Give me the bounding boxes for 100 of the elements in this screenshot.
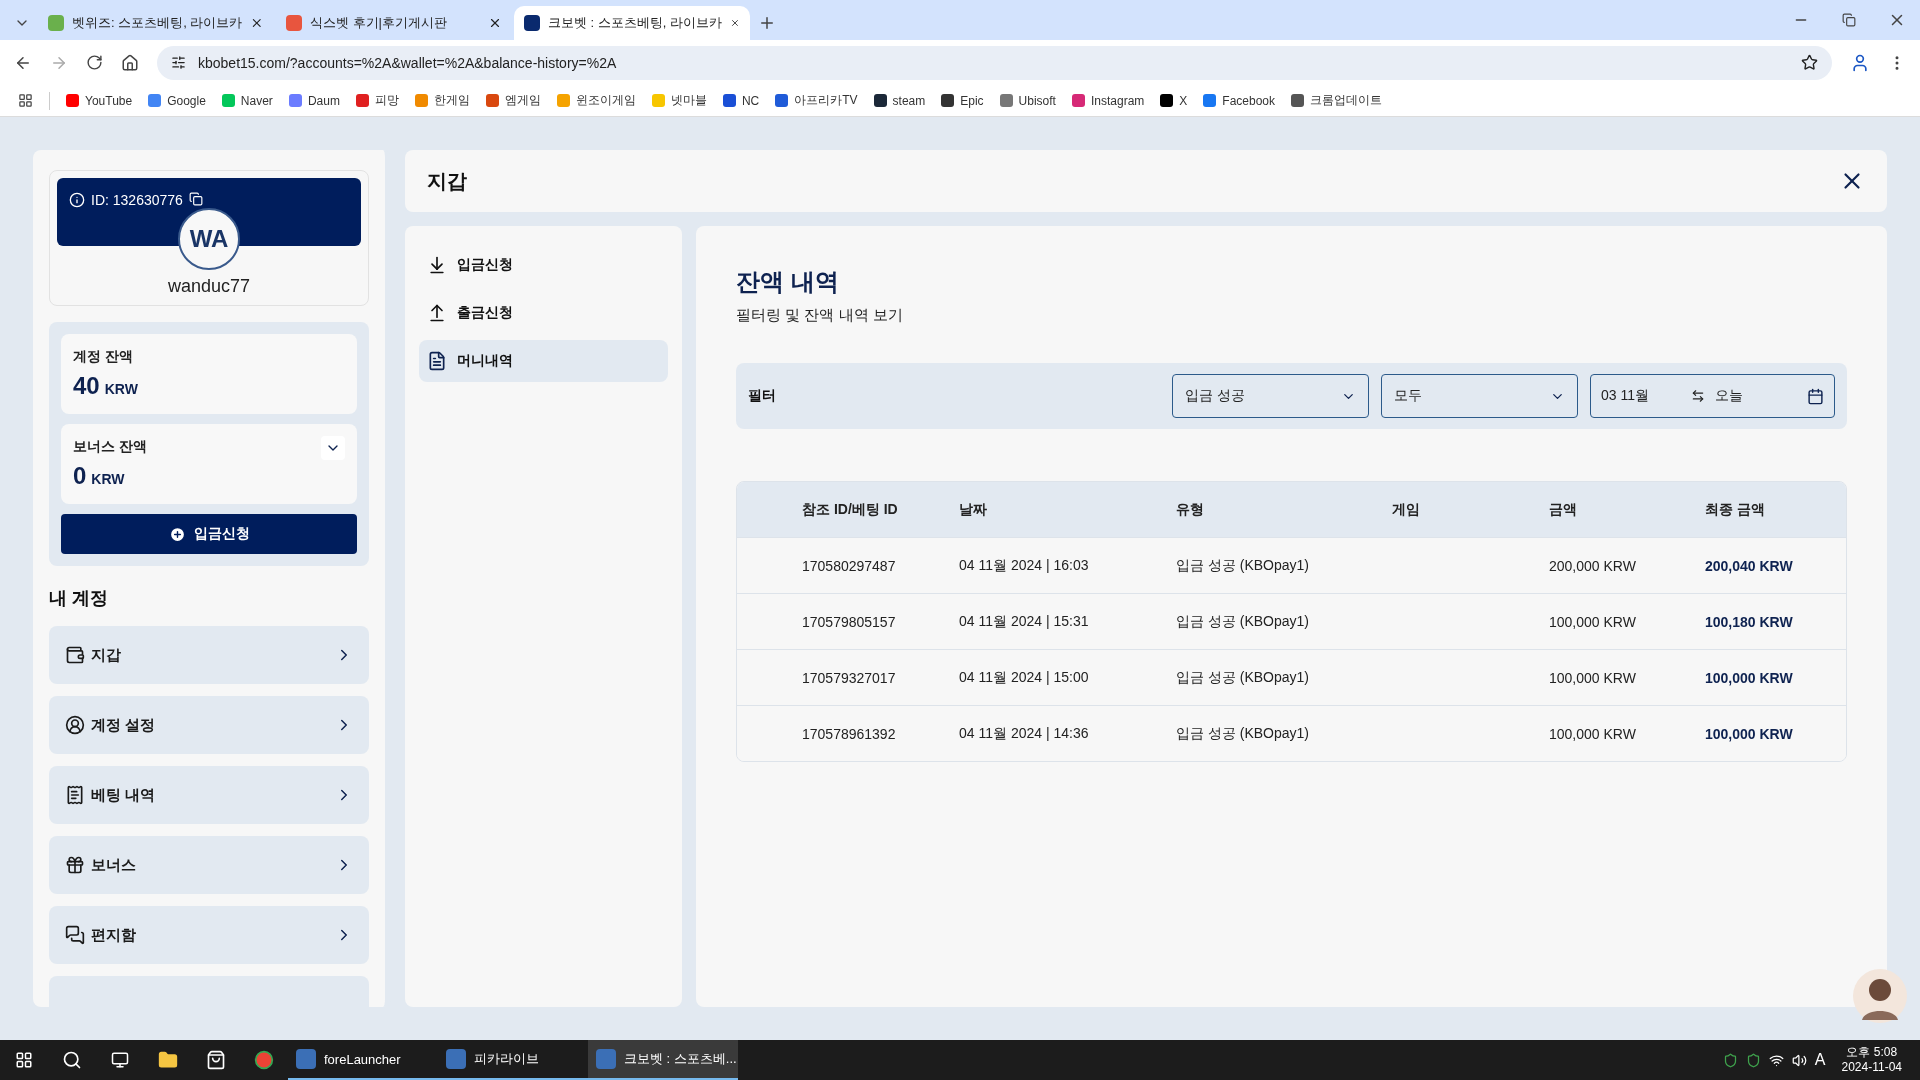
bookmark-link[interactable]: NC	[722, 93, 760, 108]
menu-item[interactable]: 베팅 내역	[49, 766, 369, 824]
app-icon	[596, 1049, 616, 1069]
section-title: 내 계정	[49, 587, 109, 610]
bookmark-link[interactable]: Facebook	[1203, 93, 1276, 108]
browser-tab[interactable]: 크보벳 : 스포츠베팅, 라이브카	[514, 6, 750, 40]
balance-amount: 0	[73, 462, 87, 490]
wallet-icon	[65, 645, 85, 665]
receipt-icon	[65, 785, 85, 805]
bookmark-link[interactable]: X	[1160, 93, 1188, 108]
profile-icon[interactable]	[1850, 52, 1870, 73]
avatar: WA	[178, 208, 240, 270]
table-cell-text: 100,000 KRW	[1549, 613, 1637, 630]
document-icon	[427, 351, 447, 371]
taskbar-app[interactable]: foreLauncher	[288, 1040, 438, 1080]
calendar-icon[interactable]	[1807, 387, 1824, 405]
bookmark-link[interactable]: 넷마블	[651, 92, 707, 109]
table-cell-text: 100,000 KRW	[1705, 669, 1794, 686]
range-arrows-icon	[1691, 389, 1705, 403]
plus-icon	[168, 525, 186, 543]
table-cell-text: 입금 성공 (KBOpay1)	[1176, 668, 1311, 687]
currency-label: KRW	[104, 381, 138, 397]
table-cell-text: 200,000 KRW	[1549, 557, 1637, 574]
close-icon[interactable]	[488, 16, 502, 30]
column-header: 게임	[1392, 500, 1421, 519]
expand-button[interactable]	[321, 436, 345, 460]
apps-icon[interactable]	[18, 93, 33, 108]
bookmark-link[interactable]: Ubisoft	[999, 93, 1056, 108]
table-cell-text: 100,000 KRW	[1549, 669, 1637, 686]
column-header: 금액	[1549, 500, 1578, 519]
bookmark-link[interactable]: steam	[873, 93, 926, 108]
bookmark-link[interactable]: YouTube	[66, 93, 133, 108]
deposit-button[interactable]: 입금신청	[61, 514, 357, 554]
column-header: 날짜	[959, 500, 988, 519]
input-method-indicator[interactable]: A	[1814, 1051, 1826, 1069]
balance-amount: 40	[73, 372, 100, 400]
chat-icon	[65, 925, 85, 945]
table-cell-text: 170580297487	[802, 557, 897, 574]
site-settings-icon[interactable]	[171, 55, 186, 70]
table-cell-text: 입금 성공 (KBOpay1)	[1176, 724, 1311, 743]
shield-icon[interactable]	[1745, 1052, 1761, 1068]
nav-item[interactable]: 입금신청	[419, 244, 668, 286]
table-cell-text: 04 11월 2024 | 16:03	[959, 556, 1090, 575]
close-icon[interactable]	[250, 16, 264, 30]
table-cell-text: 100,180 KRW	[1705, 613, 1794, 630]
user-icon	[65, 715, 85, 735]
bookmark-link[interactable]: 엠게임	[485, 92, 541, 109]
menu-item[interactable]: 지갑	[49, 626, 369, 684]
bookmark-link[interactable]: Instagram	[1071, 93, 1145, 108]
clock[interactable]: 오후 5:08 2024-11-04	[1833, 1045, 1910, 1075]
bookmark-star-icon[interactable]	[1801, 54, 1818, 71]
reload-icon[interactable]	[86, 54, 103, 71]
column-header: 최종 금액	[1705, 500, 1766, 519]
menu-item[interactable]: 보너스	[49, 836, 369, 894]
app-icon	[446, 1049, 466, 1069]
currency-label: KRW	[91, 471, 125, 487]
taskbar-app[interactable]: 크보벳 : 스포츠베...	[588, 1040, 738, 1080]
shield-icon[interactable]	[1722, 1052, 1738, 1068]
column-header: 유형	[1176, 500, 1205, 519]
table-cell-text: 04 11월 2024 | 15:00	[959, 668, 1090, 687]
menu-item[interactable]: 계정 설정	[49, 696, 369, 754]
table-cell-text: 04 11월 2024 | 14:36	[959, 724, 1090, 743]
bookmark-link[interactable]: Google	[148, 93, 206, 108]
browser-tab[interactable]: 식스벳 후기|후기게시판	[276, 6, 512, 40]
username: wanduc77	[167, 276, 251, 297]
table-cell-text: 170578961392	[802, 725, 897, 742]
menu-item[interactable]: 편지함	[49, 906, 369, 964]
table-cell-text: 200,040 KRW	[1705, 557, 1794, 574]
bookmark-link[interactable]: 피망	[355, 92, 399, 109]
table-cell-text: 04 11월 2024 | 15:31	[959, 612, 1090, 631]
address-bar[interactable]: kbobet15.com/?accounts=%2A&wallet=%2A&balance-history=%2A	[157, 45, 1832, 80]
nav-item[interactable]: 머니내역	[419, 340, 668, 382]
nav-item[interactable]: 출금신청	[419, 292, 668, 334]
table-cell-text: 100,000 KRW	[1549, 725, 1637, 742]
page-subtitle: 필터링 및 잔액 내역 보기	[736, 306, 904, 325]
info-icon	[69, 192, 85, 208]
user-id: ID: 132630776	[91, 192, 183, 208]
date-range-field[interactable]: 03 11월 오늘	[1590, 374, 1835, 418]
upload-icon	[427, 303, 447, 323]
table-cell-text: 입금 성공 (KBOpay1)	[1176, 556, 1311, 575]
table-cell-text: 100,000 KRW	[1705, 725, 1794, 742]
volume-icon[interactable]	[1791, 1052, 1807, 1068]
bookmark-link[interactable]: 윈조이게임	[556, 92, 636, 109]
filter-dropdown[interactable]: 입금 성공	[1172, 374, 1369, 418]
bookmark-link[interactable]: Daum	[288, 93, 340, 108]
bookmark-link[interactable]: 크롬업데이트	[1291, 92, 1383, 109]
bookmark-link[interactable]: Naver	[221, 93, 273, 108]
bookmark-link[interactable]: Epic	[941, 93, 984, 108]
gift-icon	[65, 855, 85, 875]
bookmark-link[interactable]: 한게임	[414, 92, 470, 109]
filter-dropdown[interactable]: 모두	[1381, 374, 1578, 418]
balance-label: 계정 잔액	[73, 348, 133, 366]
copy-icon[interactable]	[188, 192, 203, 206]
home-icon[interactable]	[121, 53, 139, 72]
app-icon	[296, 1049, 316, 1069]
bookmark-link[interactable]: 아프리카TV	[775, 92, 858, 109]
network-icon[interactable]	[1768, 1052, 1784, 1068]
url-text: kbobet15.com/?accounts=%2A&wallet=%2A&balance-history=%2A	[198, 54, 618, 71]
table-cell-text: 170579805157	[802, 613, 897, 630]
browser-tab[interactable]: 벳위즈: 스포츠베팅, 라이브카	[38, 6, 274, 40]
